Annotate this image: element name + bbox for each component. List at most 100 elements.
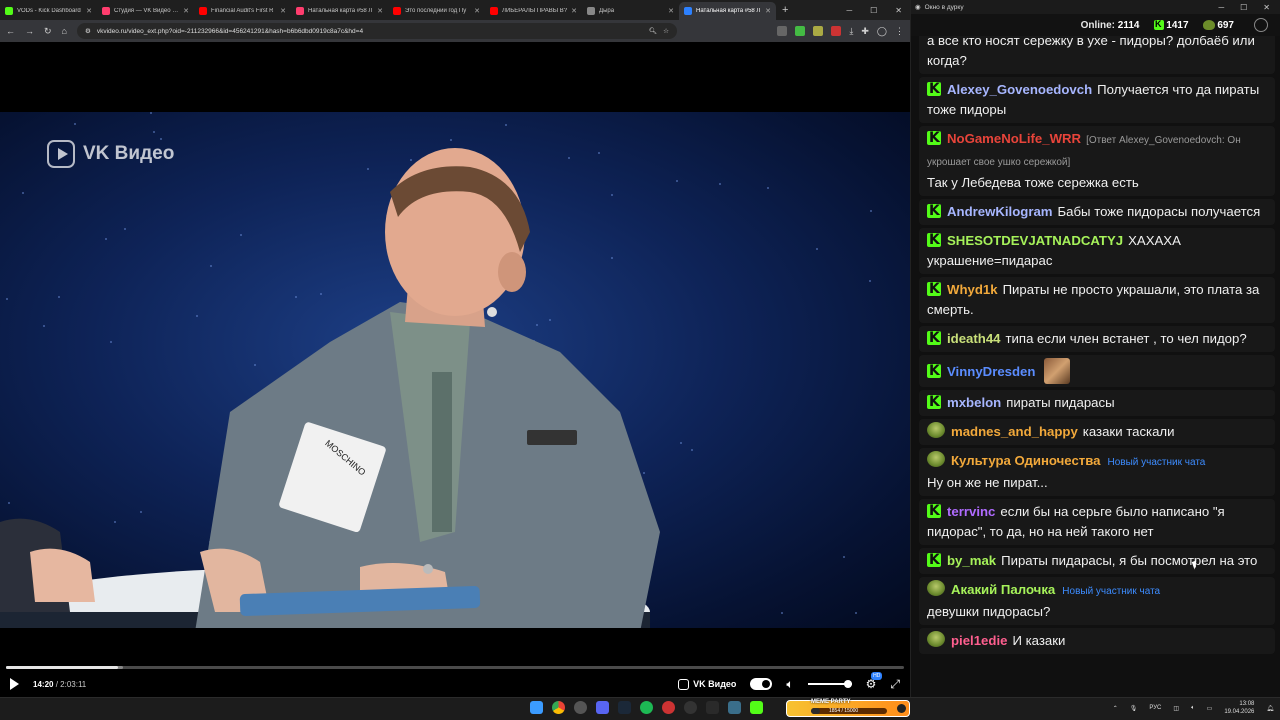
chrome-icon[interactable] bbox=[552, 701, 565, 714]
taskbar: MEME PARTY 1854 / 15000 ⌃ 🎙︎ РУС ◫ 🔈︎ ▭ … bbox=[0, 697, 1280, 720]
obs-icon[interactable] bbox=[684, 701, 697, 714]
chat-message: Культура Одиночества Новый участник чата Н… bbox=[919, 448, 1275, 496]
browser-tab[interactable]: Financial Audit's First R ✕ bbox=[194, 2, 291, 20]
volume-icon[interactable]: 🔈︎ bbox=[1191, 705, 1195, 712]
browser-tab[interactable]: Студия — VK Видео Live ✕ bbox=[97, 2, 194, 20]
play-icon[interactable] bbox=[10, 678, 19, 690]
meme-progress-text: 1854 / 15000 bbox=[829, 708, 859, 714]
volume-icon[interactable]: 🔈︎ bbox=[786, 677, 793, 692]
menu-kebab-icon[interactable]: ⋮ bbox=[895, 26, 904, 37]
kick-badge-icon bbox=[927, 501, 941, 521]
chat-username[interactable]: SHESOTDEVJATNADCATYJ bbox=[947, 233, 1123, 248]
chat-username[interactable]: madnes_and_happy bbox=[951, 424, 1078, 439]
tab-close-icon[interactable]: ✕ bbox=[765, 7, 771, 15]
chat-text: И казаки bbox=[1012, 633, 1066, 648]
extension-icon[interactable] bbox=[795, 26, 806, 36]
tab-close-icon[interactable]: ✕ bbox=[86, 7, 92, 15]
back-icon[interactable]: ← bbox=[6, 26, 15, 36]
new-user-tag: Новый участник чата bbox=[1062, 586, 1161, 597]
notifications-icon[interactable]: 🔔︎ bbox=[1266, 705, 1274, 712]
app-icon[interactable] bbox=[662, 701, 675, 714]
chat-username[interactable]: AndrewKilogram bbox=[947, 204, 1053, 219]
chat-username[interactable]: NoGameNoLife_WRR bbox=[947, 131, 1081, 146]
clock[interactable]: 13:08 19.04.2026 bbox=[1224, 700, 1254, 716]
maximize-icon[interactable]: ☐ bbox=[870, 6, 877, 15]
fullscreen-icon[interactable]: ⤢ bbox=[890, 677, 900, 692]
chat-username[interactable]: Alexey_Govenoedovch bbox=[947, 82, 1092, 97]
chat-text: Пираты пидарасы, я бы посмотрел на это bbox=[1001, 553, 1258, 568]
app-icon[interactable] bbox=[574, 701, 587, 714]
chat-username[interactable]: Whyd1k bbox=[947, 282, 998, 297]
chat-username[interactable]: mxbelon bbox=[947, 395, 1001, 410]
tab-close-icon[interactable]: ✕ bbox=[668, 7, 674, 15]
tab-close-icon[interactable]: ✕ bbox=[571, 7, 577, 15]
chat-username[interactable]: Культура Одиночества bbox=[951, 453, 1101, 468]
chevron-up-icon[interactable]: ⌃ bbox=[1113, 705, 1118, 712]
browser-tab[interactable]: Натальная карта #58 Л ✕ bbox=[679, 2, 776, 20]
tab-close-icon[interactable]: ✕ bbox=[183, 7, 189, 15]
settings-gear-icon[interactable]: ⚙ HD bbox=[866, 672, 883, 691]
close-icon[interactable]: ✕ bbox=[895, 6, 902, 15]
browser-tab[interactable]: VODs - Kick Dashboard ✕ bbox=[0, 2, 97, 20]
profile-icon[interactable]: ◯ bbox=[877, 26, 887, 37]
minimize-icon[interactable]: ─ bbox=[1218, 3, 1224, 12]
network-icon[interactable]: ◫ bbox=[1173, 705, 1179, 712]
extension-icon[interactable] bbox=[831, 26, 842, 36]
site-info-icon[interactable]: ⚙ bbox=[85, 27, 91, 35]
chat-username[interactable]: ideath44 bbox=[947, 331, 1001, 346]
app-icon[interactable] bbox=[706, 701, 719, 714]
maximize-icon[interactable]: ☐ bbox=[1240, 3, 1247, 12]
chat-message: а все кто носят сережку в ухе - пидоры? … bbox=[919, 36, 1275, 74]
app-icon: ◉ bbox=[915, 4, 921, 11]
chat-username[interactable]: terrvinc bbox=[947, 504, 995, 519]
browser-tab[interactable]: Натальная карта #58 Л ✕ bbox=[291, 2, 388, 20]
autoplay-toggle[interactable] bbox=[750, 678, 773, 690]
tab-close-icon[interactable]: ✕ bbox=[474, 7, 480, 15]
chat-username[interactable]: Акакий Палочка bbox=[951, 582, 1055, 597]
browser-tab[interactable]: Дыра ✕ bbox=[582, 2, 679, 20]
close-icon[interactable]: ✕ bbox=[1263, 3, 1270, 12]
minimize-icon[interactable]: ─ bbox=[846, 6, 852, 15]
video-frame[interactable]: MOSCHINO VK Видео bbox=[0, 112, 910, 628]
forward-icon[interactable]: → bbox=[25, 26, 34, 36]
spotify-icon[interactable] bbox=[640, 701, 653, 714]
extensions-puzzle-icon[interactable]: ✚ bbox=[861, 26, 869, 37]
language-indicator[interactable]: РУС bbox=[1149, 705, 1161, 711]
downloads-icon[interactable]: ⤓ bbox=[849, 26, 853, 37]
vk-brand-button[interactable]: VK Видео bbox=[678, 678, 737, 690]
browser-tab[interactable]: Это последний год Пу ✕ bbox=[388, 2, 485, 20]
battery-icon[interactable]: ▭ bbox=[1207, 705, 1213, 712]
progress-bar[interactable] bbox=[6, 666, 904, 669]
zoom-icon[interactable]: 🔍︎ bbox=[649, 27, 657, 35]
kick-badge-icon bbox=[927, 550, 941, 570]
tab-close-icon[interactable]: ✕ bbox=[377, 7, 383, 15]
app-icon[interactable] bbox=[728, 701, 741, 714]
windows-start-icon[interactable] bbox=[530, 701, 543, 714]
microphone-icon[interactable]: 🎙︎ bbox=[1130, 705, 1138, 712]
steam-icon[interactable] bbox=[618, 701, 631, 714]
brand-label: VK Видео bbox=[693, 679, 737, 689]
url-field[interactable]: ⚙ vkvideo.ru/video_ext.php?oid=-21123296… bbox=[76, 23, 677, 39]
close-icon[interactable] bbox=[897, 704, 906, 713]
chat-username[interactable]: piel1edie bbox=[951, 633, 1007, 648]
reload-icon[interactable]: ↻ bbox=[44, 26, 52, 37]
tab-title: Натальная карта #58 Л bbox=[308, 8, 373, 14]
browser-tab[interactable]: ЛИБЕРАЛЫ ПРАВЫ В? ✕ bbox=[485, 2, 582, 20]
bookmark-star-icon[interactable]: ☆ bbox=[663, 27, 669, 35]
chat-username[interactable]: VinnyDresden bbox=[947, 364, 1035, 379]
new-user-tag: Новый участник чата bbox=[1107, 457, 1206, 468]
tab-strip: VODs - Kick Dashboard ✕ Студия — VK Видео … bbox=[0, 0, 910, 20]
chat-message: by_mak Пираты пидарасы, я бы посмотрел на… bbox=[919, 548, 1275, 574]
tab-close-icon[interactable]: ✕ bbox=[280, 7, 286, 15]
extension-icon[interactable] bbox=[813, 26, 824, 36]
new-tab-button[interactable]: + bbox=[776, 4, 794, 16]
chat-settings-icon[interactable] bbox=[1254, 18, 1268, 32]
extension-icon[interactable] bbox=[777, 26, 788, 36]
discord-icon[interactable] bbox=[596, 701, 609, 714]
chat-username[interactable]: by_mak bbox=[947, 553, 996, 568]
kick-icon[interactable] bbox=[750, 701, 763, 714]
volume-slider[interactable] bbox=[807, 680, 852, 688]
chat-message: AndrewKilogram Бабы тоже пидорасы получае… bbox=[919, 199, 1275, 225]
chat-title-bar: ◉ Окно в дурку ─ ☐ ✕ bbox=[911, 0, 1280, 14]
home-icon[interactable]: ⌂ bbox=[62, 26, 67, 36]
